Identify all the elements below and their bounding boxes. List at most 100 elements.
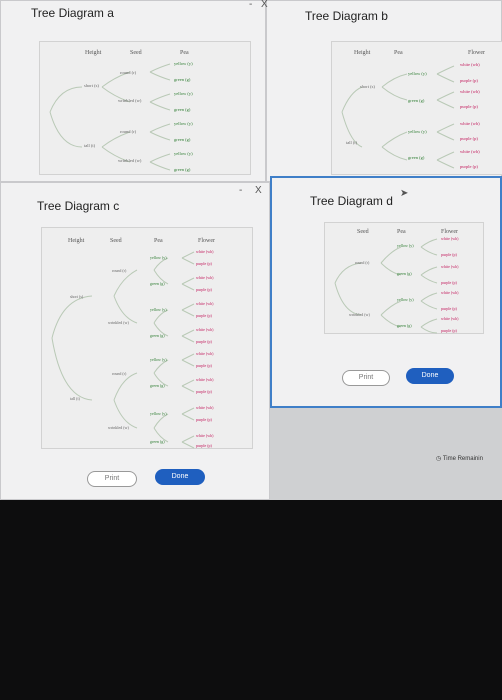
pea-label: yellow (y) <box>174 91 193 96</box>
header-seed: Seed <box>110 238 122 244</box>
seed-label: round (r) <box>112 371 127 376</box>
flower-label: white (wh) <box>441 264 459 269</box>
tree-diagram-b-window: X Tree Diagram b Height Pea Flower short… <box>261 0 502 182</box>
flower-label: white (wh) <box>441 290 459 295</box>
flower-label: white (wh) <box>196 327 214 332</box>
pea-label: yellow (y) <box>150 411 167 416</box>
seed-label: round (r) <box>355 260 370 265</box>
window-c-title: Tree Diagram c <box>37 199 120 213</box>
time-remaining-indicator: ◷ Time Remainin <box>436 455 483 462</box>
flower-label: purple (p) <box>441 280 457 285</box>
tree-diagram-d-window: Tree Diagram d ➤ Seed Pea Flower round (… <box>270 176 502 408</box>
pea-label: green (g) <box>397 323 412 328</box>
flower-label: purple (p) <box>441 328 457 333</box>
header-pea: Pea <box>154 238 163 244</box>
flower-label: white (wh) <box>196 301 214 306</box>
header-pea: Pea <box>397 229 406 235</box>
flower-label: purple (p) <box>460 104 478 109</box>
pea-label: green (g) <box>408 98 425 103</box>
pea-label: yellow (y) <box>408 129 427 134</box>
cursor-icon: ➤ <box>400 188 409 199</box>
print-button[interactable]: Print <box>342 370 390 386</box>
flower-label: purple (p) <box>460 136 478 141</box>
pea-label: yellow (y) <box>397 297 414 302</box>
tree-diagram-a-window: Tree Diagram a - Height Seed Pea short (… <box>0 0 266 182</box>
flower-label: purple (p) <box>460 164 478 169</box>
window-a-minimize-button[interactable]: - <box>249 0 252 10</box>
height-label: tall (t) <box>84 143 96 148</box>
pea-label: yellow (y) <box>408 71 427 76</box>
seed-label: wrinkled (w) <box>108 320 129 325</box>
flower-label: white (wh) <box>196 433 214 438</box>
flower-label: white (wh) <box>460 62 480 67</box>
flower-label: purple (p) <box>196 287 212 292</box>
height-label: short (s) <box>84 83 99 88</box>
flower-label: purple (p) <box>196 363 212 368</box>
window-c-close-button[interactable]: X <box>255 185 262 196</box>
flower-label: purple (p) <box>196 389 212 394</box>
header-height: Height <box>68 238 85 244</box>
window-d-title: Tree Diagram d <box>310 194 393 208</box>
flower-label: white (wh) <box>460 149 480 154</box>
pea-label: yellow (y) <box>150 255 167 260</box>
tree-diagram-d-panel: Seed Pea Flower round (r) wrinkled (w) y… <box>324 222 484 334</box>
height-label: short (s) <box>70 294 84 299</box>
seed-label: wrinkled (w) <box>118 158 142 163</box>
height-label: tall (t) <box>346 140 358 145</box>
window-a-title: Tree Diagram a <box>31 6 114 20</box>
pea-label: yellow (y) <box>174 121 193 126</box>
tree-diagram-c-window: Tree Diagram c - X Height Seed Pea Flowe… <box>0 182 270 500</box>
pea-label: yellow (y) <box>397 243 414 248</box>
clock-icon: ◷ <box>436 456 442 462</box>
seed-label: wrinkled (w) <box>118 98 142 103</box>
pea-label: green (g) <box>397 271 412 276</box>
seed-label: round (r) <box>120 70 137 75</box>
tree-diagram-a-panel: Height Seed Pea short (s) tall (t) round… <box>39 41 251 175</box>
pea-label: green (g) <box>150 333 165 338</box>
tree-d-branches <box>334 238 438 334</box>
pea-label: yellow (y) <box>174 151 193 156</box>
flower-label: white (wh) <box>441 236 459 241</box>
window-b-close-button[interactable]: X <box>261 0 268 10</box>
flower-label: purple (p) <box>460 78 478 83</box>
flower-label: white (wh) <box>196 249 214 254</box>
pea-label: green (g) <box>408 155 425 160</box>
header-pea: Pea <box>180 50 189 56</box>
tree-a-branches <box>49 63 171 171</box>
flower-label: white (wh) <box>460 89 480 94</box>
print-button[interactable]: Print <box>87 471 137 487</box>
seed-label: wrinkled (w) <box>349 312 370 317</box>
pea-label: yellow (y) <box>174 61 193 66</box>
pea-label: yellow (y) <box>150 307 167 312</box>
flower-label: white (wh) <box>196 377 214 382</box>
seed-label: round (r) <box>120 129 137 134</box>
flower-label: purple (p) <box>196 339 212 344</box>
header-flower: Flower <box>198 238 215 244</box>
header-flower: Flower <box>441 229 458 235</box>
pea-label: green (g) <box>150 383 165 388</box>
flower-label: white (wh) <box>441 316 459 321</box>
flower-label: white (wh) <box>460 121 480 126</box>
height-label: tall (t) <box>70 396 80 401</box>
done-button[interactable]: Done <box>155 469 205 485</box>
header-height: Height <box>85 50 102 56</box>
seed-label: wrinkled (w) <box>108 425 129 430</box>
flower-label: purple (p) <box>196 443 212 448</box>
pea-label: green (g) <box>150 439 165 444</box>
done-button[interactable]: Done <box>406 368 454 384</box>
header-seed: Seed <box>357 229 369 235</box>
pea-label: green (g) <box>174 167 191 172</box>
tree-diagram-c-panel: Height Seed Pea Flower short (s) tall (t… <box>41 227 253 449</box>
time-remaining-label: Time Remainin <box>442 456 483 462</box>
flower-label: white (wh) <box>196 405 214 410</box>
pea-label: green (g) <box>150 281 165 286</box>
header-pea: Pea <box>394 50 403 56</box>
height-label: short (s) <box>360 84 375 89</box>
flower-label: purple (p) <box>441 306 457 311</box>
window-c-minimize-button[interactable]: - <box>239 185 242 196</box>
dark-screen-area <box>0 500 502 700</box>
pea-label: green (g) <box>174 137 191 142</box>
pea-label: green (g) <box>174 107 191 112</box>
pea-label: green (g) <box>174 77 191 82</box>
header-seed: Seed <box>130 50 142 56</box>
